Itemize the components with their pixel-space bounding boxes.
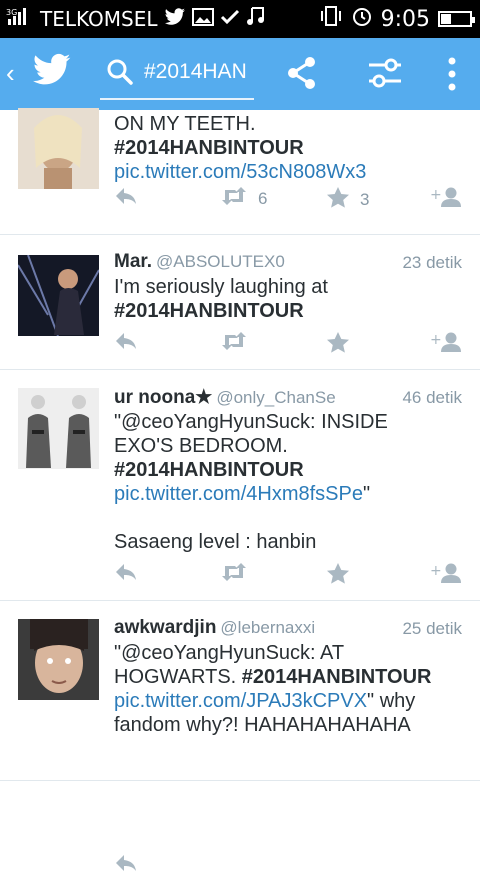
carrier-name: TELKOMSEL xyxy=(40,6,158,31)
avatar[interactable] xyxy=(18,619,99,700)
tweet-link[interactable]: pic.twitter.com/53cN808Wx3 xyxy=(114,160,464,184)
svg-text:+: + xyxy=(430,332,442,348)
svg-text:3G: 3G xyxy=(6,8,17,17)
tweet-actions: + xyxy=(114,331,464,359)
retweet-icon[interactable] xyxy=(220,331,248,351)
avatar[interactable] xyxy=(18,388,99,469)
favorite-button[interactable]: 3 xyxy=(326,186,369,213)
tweet-time: 23 detik xyxy=(402,253,462,272)
tweet-text: I'm seriously laughing at #2014HANBINTOU… xyxy=(114,276,328,322)
twitter-notification-icon xyxy=(164,7,186,31)
hashtag[interactable]: #2014HANBINTOUR xyxy=(114,300,304,322)
search-icon xyxy=(106,58,134,91)
retweet-count: 6 xyxy=(258,188,268,208)
tweet-actions: 6 3 + xyxy=(114,186,464,214)
battery-icon xyxy=(438,11,475,27)
retweet-icon xyxy=(220,186,248,211)
tweet-item[interactable]: awkwardjin @lebernaxxi 25 detik "@ceoYang… xyxy=(0,601,480,871)
star-icon[interactable] xyxy=(326,562,350,584)
avatar[interactable] xyxy=(18,108,99,189)
star-icon[interactable] xyxy=(326,331,350,353)
tweet-link[interactable]: pic.twitter.com/JPAJ3kCPVX xyxy=(114,690,367,712)
tweet-time: 25 detik xyxy=(402,619,462,638)
tweet-time: 46 detik xyxy=(402,388,462,407)
vibrate-icon xyxy=(319,5,343,33)
follow-user-icon[interactable]: + xyxy=(430,562,462,584)
reply-icon[interactable] xyxy=(114,562,138,582)
overflow-menu-icon[interactable] xyxy=(446,56,458,97)
status-bar: 3G TELKOMSEL 9:05 xyxy=(0,0,480,38)
tweet-item[interactable]: ur noona★ @only_ChanSe 46 detik "@ceoYang… xyxy=(0,370,480,601)
search-box[interactable]: #2014HAN xyxy=(100,50,254,100)
clock-time: 9:05 xyxy=(380,6,430,32)
tweet-author[interactable]: ur noona★ @only_ChanSe xyxy=(114,386,336,409)
share-icon[interactable] xyxy=(286,56,318,95)
hashtag[interactable]: #2014HANBINTOUR xyxy=(114,137,304,159)
tweet-item[interactable]: ON MY TEETH. #2014HANBINTOUR pic.twitter… xyxy=(0,98,480,235)
tweet-author[interactable]: Mar. @ABSOLUTEX0 xyxy=(114,251,285,273)
image-notification-icon xyxy=(191,7,214,31)
signal-icon: 3G xyxy=(6,6,34,31)
tweet-text: ON MY TEETH. #2014HANBINTOUR pic.twitter… xyxy=(114,112,464,184)
tweet-handle[interactable]: @ABSOLUTEX0 xyxy=(156,252,285,271)
svg-text:+: + xyxy=(430,187,442,203)
follow-user-icon[interactable]: + xyxy=(430,186,462,208)
tweet-actions: + xyxy=(114,562,464,590)
tweet-handle[interactable]: @lebernaxxi xyxy=(220,618,315,637)
back-chevron-icon[interactable]: ‹ xyxy=(6,58,15,89)
filter-settings-icon[interactable] xyxy=(367,56,403,95)
reply-icon[interactable] xyxy=(114,331,138,351)
star-icon xyxy=(326,186,350,213)
retweet-icon[interactable] xyxy=(220,562,248,582)
reply-icon[interactable] xyxy=(114,186,138,206)
favorite-count: 3 xyxy=(360,189,370,209)
check-notification-icon xyxy=(220,7,240,31)
tweet-author[interactable]: awkwardjin @lebernaxxi xyxy=(114,617,315,639)
svg-text:+: + xyxy=(430,563,442,579)
tweet-text: "@ceoYangHyunSuck: AT HOGWARTS. #2014HAN… xyxy=(114,642,432,736)
tweet-handle[interactable]: @only_ChanSe xyxy=(216,388,335,407)
tweet-link[interactable]: pic.twitter.com/4Hxm8fsSPe xyxy=(114,483,363,505)
avatar[interactable] xyxy=(18,255,99,336)
tweet-item[interactable]: Mar. @ABSOLUTEX0 23 detik I'm seriously l… xyxy=(0,235,480,370)
hashtag[interactable]: #2014HANBINTOUR xyxy=(242,666,432,688)
alarm-icon xyxy=(351,5,373,33)
twitter-logo-icon[interactable] xyxy=(32,52,72,93)
search-query[interactable]: #2014HAN xyxy=(144,60,247,84)
music-notification-icon xyxy=(246,6,264,31)
hashtag[interactable]: #2014HANBINTOUR xyxy=(114,459,304,481)
follow-user-icon[interactable]: + xyxy=(430,331,462,353)
retweet-button[interactable]: 6 xyxy=(220,186,267,211)
tweet-text: "@ceoYangHyunSuck: INSIDE EXO'S BEDROOM.… xyxy=(114,411,388,553)
